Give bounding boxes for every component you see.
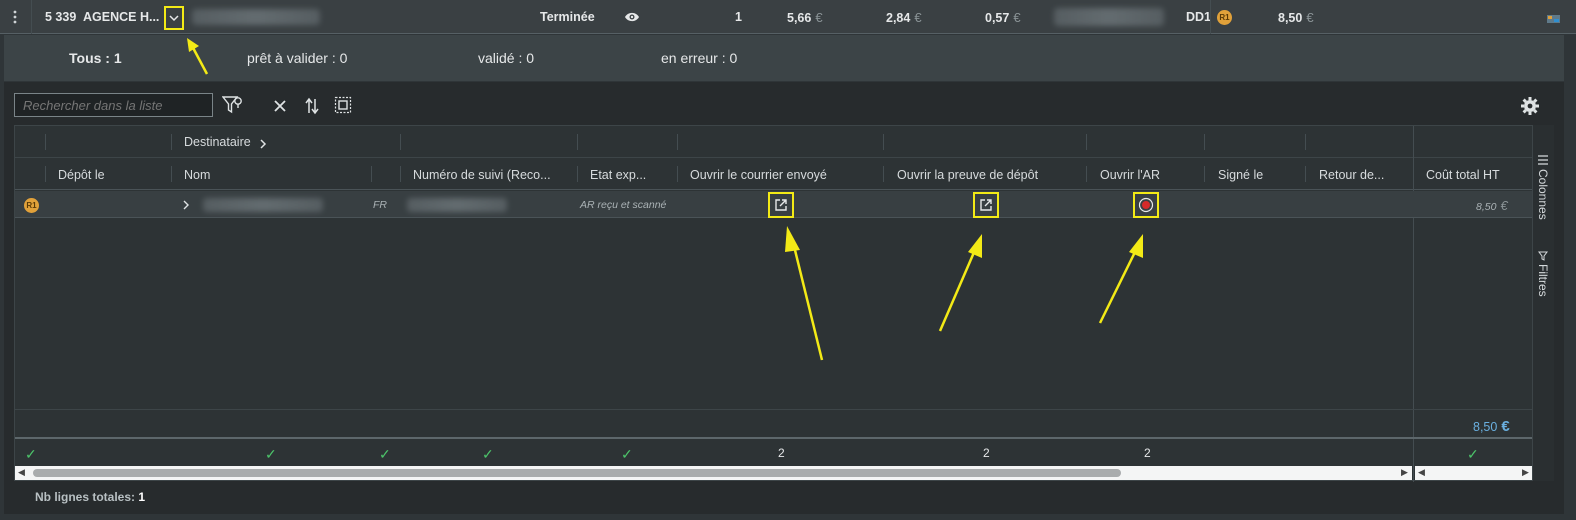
columns-label[interactable]: Colonnes bbox=[1536, 169, 1550, 220]
total-rows: Nb lignes totales: 1 bbox=[35, 490, 146, 504]
col-depot-le[interactable]: Dépôt le bbox=[58, 168, 105, 182]
external-link-icon bbox=[980, 199, 992, 211]
tab-error[interactable]: en erreur : 0 bbox=[661, 50, 737, 66]
col-etat[interactable]: Etat exp... bbox=[590, 168, 650, 182]
r1-badge: R1 bbox=[1217, 10, 1232, 25]
columns-panel-button[interactable] bbox=[1537, 153, 1549, 168]
side-tool-panel: Colonnes Filtres bbox=[1532, 125, 1554, 481]
columns-icon bbox=[1538, 155, 1548, 165]
eye-icon[interactable] bbox=[624, 10, 640, 27]
annotation-arrow bbox=[187, 38, 209, 75]
filter-icon[interactable] bbox=[221, 93, 245, 117]
check-icon: ✓ bbox=[482, 446, 494, 462]
code-text: DD1 bbox=[1186, 10, 1212, 24]
tab-all[interactable]: Tous : 1 bbox=[69, 50, 122, 66]
filters-panel-button[interactable] bbox=[1538, 249, 1548, 264]
group-header-destinataire[interactable]: Destinataire bbox=[184, 135, 251, 149]
data-grid: Destinataire Dépôt le Nom Numéro de suiv… bbox=[14, 125, 1534, 482]
open-courrier-button[interactable] bbox=[768, 192, 794, 218]
col-tracking[interactable]: Numéro de suivi (Reco... bbox=[413, 168, 553, 182]
settings-icon[interactable] bbox=[1518, 94, 1542, 118]
tab-validated[interactable]: validé : 0 bbox=[478, 50, 534, 66]
check-icon: ✓ bbox=[25, 446, 37, 462]
agency-name: AGENCE H... bbox=[83, 10, 160, 24]
col-cout-total[interactable]: Coût total HT bbox=[1426, 168, 1500, 182]
amount-3: 0,57 € bbox=[985, 10, 1021, 25]
search-input[interactable] bbox=[14, 93, 213, 117]
row-country: FR bbox=[373, 199, 387, 211]
expand-row-button[interactable] bbox=[164, 6, 184, 30]
filters-label[interactable]: Filtres bbox=[1536, 264, 1550, 297]
chevron-right-icon[interactable] bbox=[182, 199, 190, 211]
amount-2: 2,84 € bbox=[886, 10, 922, 25]
col-signe-le[interactable]: Signé le bbox=[1218, 168, 1263, 182]
count-courrier: 2 bbox=[778, 446, 785, 460]
redacted-field bbox=[192, 9, 320, 25]
redacted-tracking bbox=[407, 198, 507, 212]
redacted-field bbox=[1054, 8, 1164, 26]
check-icon: ✓ bbox=[379, 446, 391, 462]
scrollbar-thumb[interactable] bbox=[33, 469, 1121, 477]
sort-icon[interactable] bbox=[300, 94, 324, 118]
pinned-scrollbar[interactable]: ◀ ▶ bbox=[1415, 466, 1533, 480]
horizontal-scrollbar[interactable]: ◀ ▶ bbox=[15, 466, 1412, 480]
redacted-name bbox=[203, 198, 323, 212]
count-preuve: 2 bbox=[983, 446, 990, 460]
col-open-courrier[interactable]: Ouvrir le courrier envoyé bbox=[690, 168, 827, 182]
chevron-right-icon[interactable] bbox=[259, 138, 267, 150]
row-menu-icon[interactable] bbox=[10, 9, 20, 25]
col-nom[interactable]: Nom bbox=[184, 168, 210, 182]
chevron-down-icon bbox=[169, 15, 179, 22]
row-cost: 8,50 € bbox=[1476, 198, 1508, 213]
order-summary-row[interactable]: 5 339 AGENCE H... Terminée 1 5,66 € 2,84 €… bbox=[0, 0, 1576, 34]
open-ar-button[interactable] bbox=[1133, 192, 1159, 218]
total-amount: 8,50 € bbox=[1278, 10, 1314, 25]
status-tabs: Tous : 1 prêt à valider : 0 validé : 0 e… bbox=[4, 35, 1564, 81]
envelope-icon bbox=[1546, 13, 1562, 28]
select-all-icon[interactable] bbox=[331, 93, 355, 117]
row-state: AR reçu et scanné bbox=[580, 199, 667, 211]
col-retour[interactable]: Retour de... bbox=[1319, 168, 1389, 182]
status-text: Terminée bbox=[540, 10, 595, 24]
row-r1-badge: R1 bbox=[24, 198, 39, 213]
record-icon bbox=[1138, 197, 1154, 213]
check-icon: ✓ bbox=[621, 446, 633, 462]
col-open-ar[interactable]: Ouvrir l'AR bbox=[1100, 168, 1160, 182]
grid-footer: Nb lignes totales: 1 bbox=[14, 482, 1534, 512]
tab-ready[interactable]: prêt à valider : 0 bbox=[247, 50, 347, 66]
open-preuve-button[interactable] bbox=[973, 192, 999, 218]
item-count: 1 bbox=[735, 10, 742, 24]
count-ar: 2 bbox=[1144, 446, 1151, 460]
total-cost: 8,50 € bbox=[1473, 418, 1510, 435]
check-icon: ✓ bbox=[265, 446, 277, 462]
check-icon: ✓ bbox=[1467, 446, 1479, 462]
clear-icon[interactable] bbox=[268, 94, 292, 118]
external-link-icon bbox=[775, 199, 787, 211]
col-open-preuve[interactable]: Ouvrir la preuve de dépôt bbox=[897, 168, 1038, 182]
filter-icon bbox=[1538, 251, 1548, 261]
amount-1: 5,66 € bbox=[787, 10, 823, 25]
order-id: 5 339 bbox=[45, 10, 77, 24]
